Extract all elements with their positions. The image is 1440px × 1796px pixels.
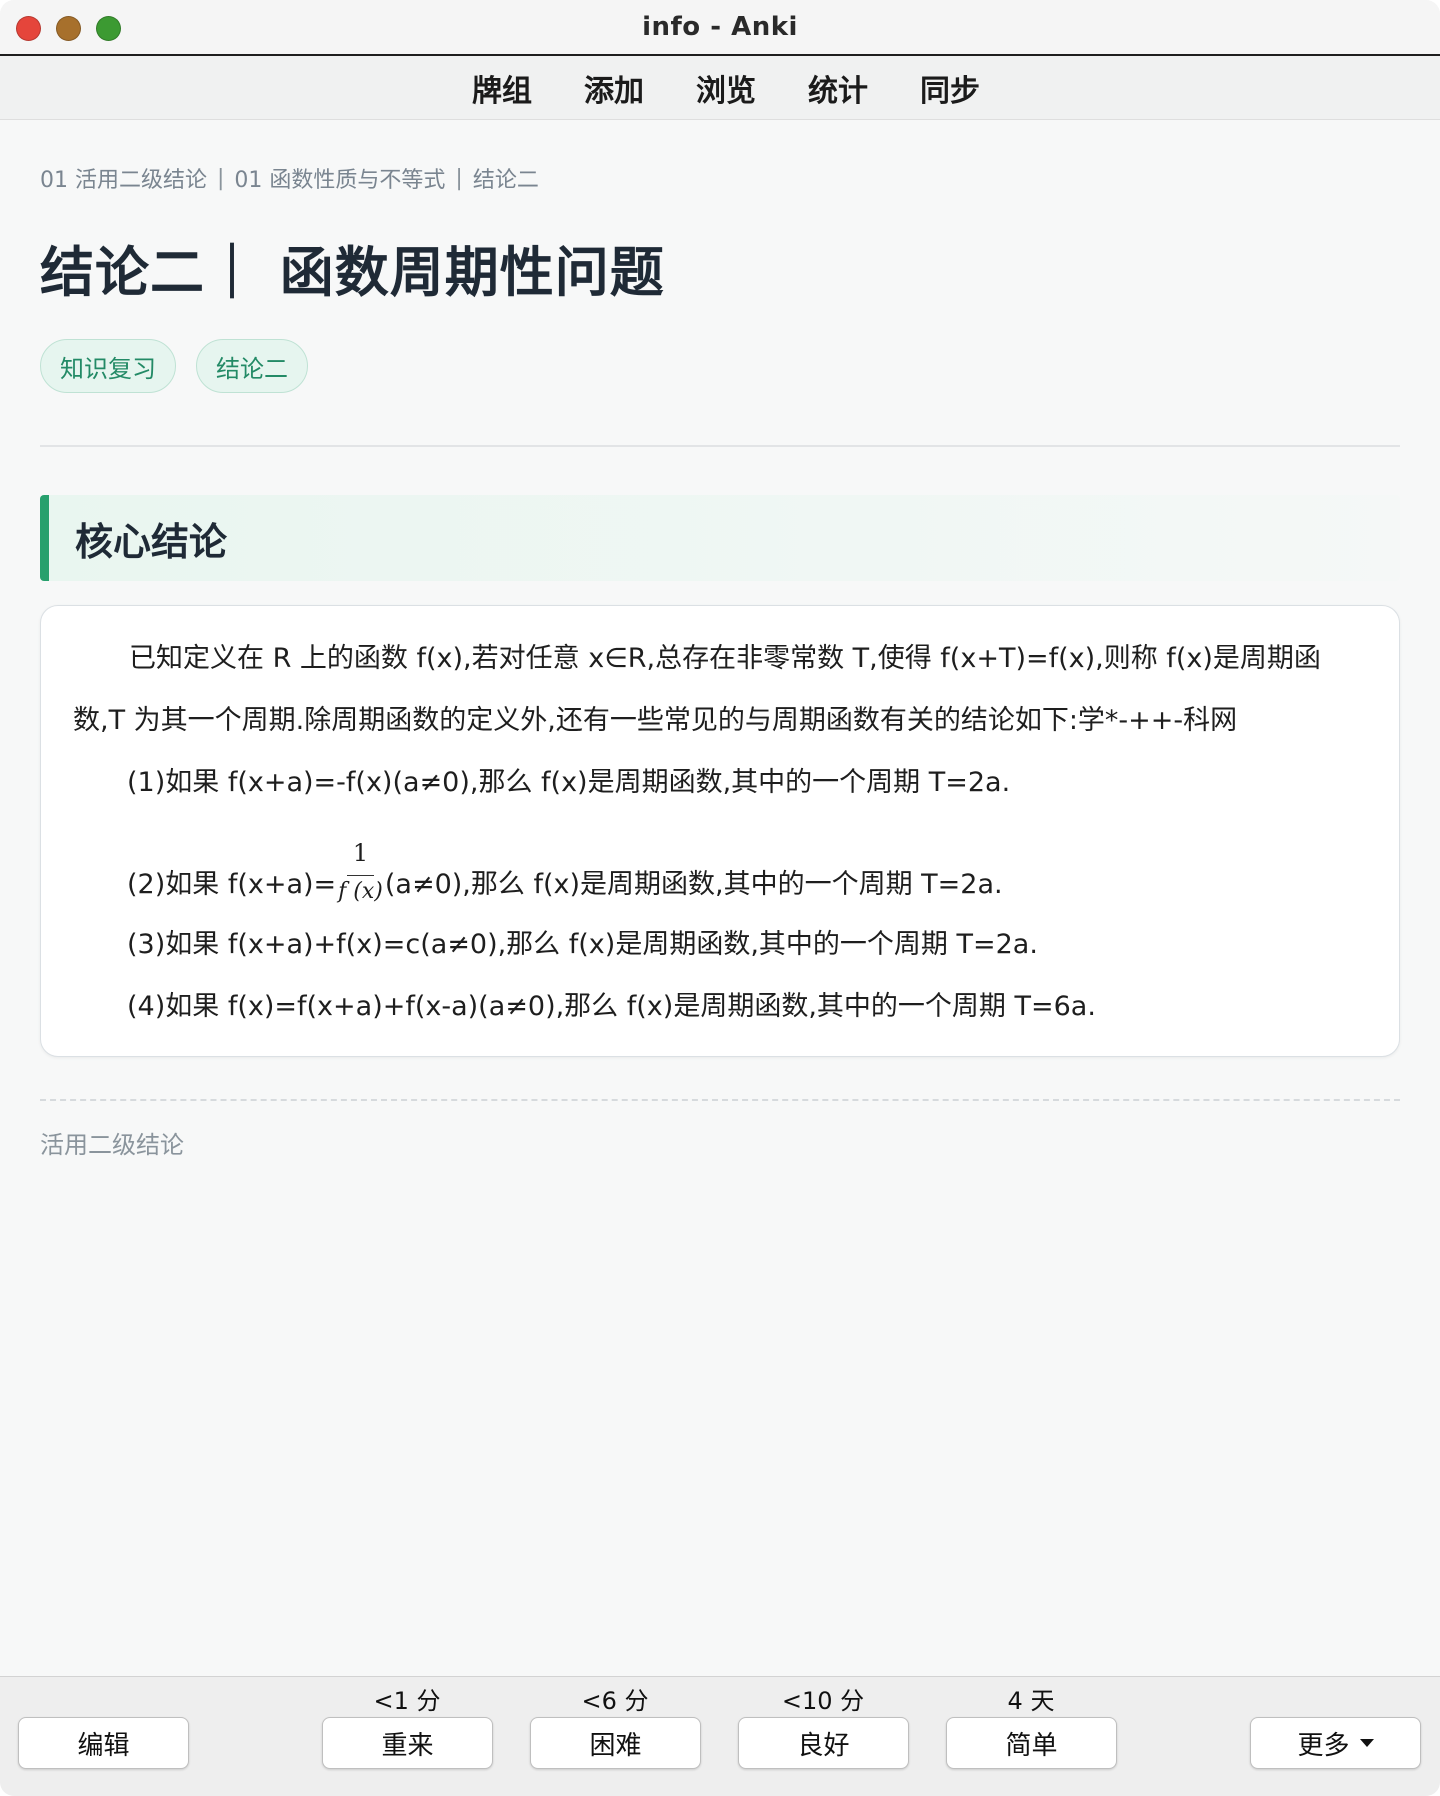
dashed-divider [40,1099,1400,1101]
breadcrumb-item: 结论二 [472,168,539,193]
page-title: 结论二｜ 函数周期性问题 [40,241,665,304]
item-2-suffix: (a≠0),那么 f(x)是周期函数,其中的一个周期 T=2a. [384,869,1003,900]
again-button[interactable]: 重来 [322,1717,493,1769]
more-button[interactable]: 更多 [1250,1717,1421,1769]
breadcrumb-item: 01 活用二级结论 [40,168,207,193]
breadcrumb-separator: | [455,165,463,191]
conclusion-item-3: (3)如果 f(x+a)+f(x)=c(a≠0),那么 f(x)是周期函数,其中… [127,929,1038,960]
anki-window: info - Anki 牌组 添加 浏览 统计 同步 01 活用二级结论 | 0… [0,0,1440,1796]
fraction-numerator: 1 [346,837,375,876]
close-window-button[interactable] [16,16,41,41]
intro-paragraph: 已知定义在 R 上的函数 f(x),若对任意 x∈R,总存在非零常数 T,使得 … [73,643,1321,736]
item-2-prefix: (2)如果 f(x+a)= [127,869,337,900]
tag-list: 知识复习 结论二 [40,339,1400,393]
good-interval: <10 分 [781,1687,865,1715]
source-note: 活用二级结论 [40,1131,184,1159]
hard-button[interactable]: 困难 [530,1717,701,1769]
chevron-down-icon [1359,1739,1374,1747]
divider [40,445,1400,447]
tag-badge: 结论二 [196,339,308,393]
answer-bar: 编辑 <1 分 重来 <6 分 困难 <10 分 良好 4 天 简单 更多 [0,1676,1440,1796]
title-bar: info - Anki [0,0,1440,56]
more-button-label: 更多 [1297,1730,1350,1761]
minimize-window-button[interactable] [56,16,81,41]
easy-button[interactable]: 简单 [946,1717,1117,1769]
top-menu: 牌组 添加 浏览 统计 同步 [0,56,1440,120]
hard-interval: <6 分 [581,1687,649,1715]
tag-badge: 知识复习 [40,339,176,393]
easy-interval: 4 天 [1007,1687,1055,1715]
again-interval: <1 分 [373,1687,441,1715]
nav-stats[interactable]: 统计 [808,66,868,110]
window-controls [16,16,121,41]
breadcrumb-separator: | [217,165,225,191]
fraction-denominator: f (x) [338,879,383,904]
window-title: info - Anki [642,12,798,42]
nav-decks[interactable]: 牌组 [472,66,532,110]
nav-add[interactable]: 添加 [584,66,644,110]
conclusion-item-2: (2)如果 f(x+a)= 1 f (x) (a≠0),那么 f(x)是周期函数… [73,814,1371,914]
card-content: 01 活用二级结论 | 01 函数性质与不等式 | 结论二 结论二｜ 函数周期性… [40,120,1400,1160]
conclusion-item-4: (4)如果 f(x)=f(x+a)+f(x-a)(a≠0),那么 f(x)是周期… [127,991,1096,1022]
conclusion-item-1: (1)如果 f(x+a)=-f(x)(a≠0),那么 f(x)是周期函数,其中的… [127,767,1011,798]
maximize-window-button[interactable] [96,16,121,41]
section-title: 核心结论 [75,519,228,564]
edit-button[interactable]: 编辑 [18,1717,189,1769]
section-header: 核心结论 [40,495,1400,581]
fraction: 1 f (x) [338,837,383,906]
breadcrumb: 01 活用二级结论 | 01 函数性质与不等式 | 结论二 [40,162,1400,194]
breadcrumb-item: 01 函数性质与不等式 [234,168,446,193]
nav-sync[interactable]: 同步 [920,66,980,110]
conclusion-card: 已知定义在 R 上的函数 f(x),若对任意 x∈R,总存在非零常数 T,使得 … [40,605,1400,1057]
nav-browse[interactable]: 浏览 [696,66,756,110]
good-button[interactable]: 良好 [738,1717,909,1769]
